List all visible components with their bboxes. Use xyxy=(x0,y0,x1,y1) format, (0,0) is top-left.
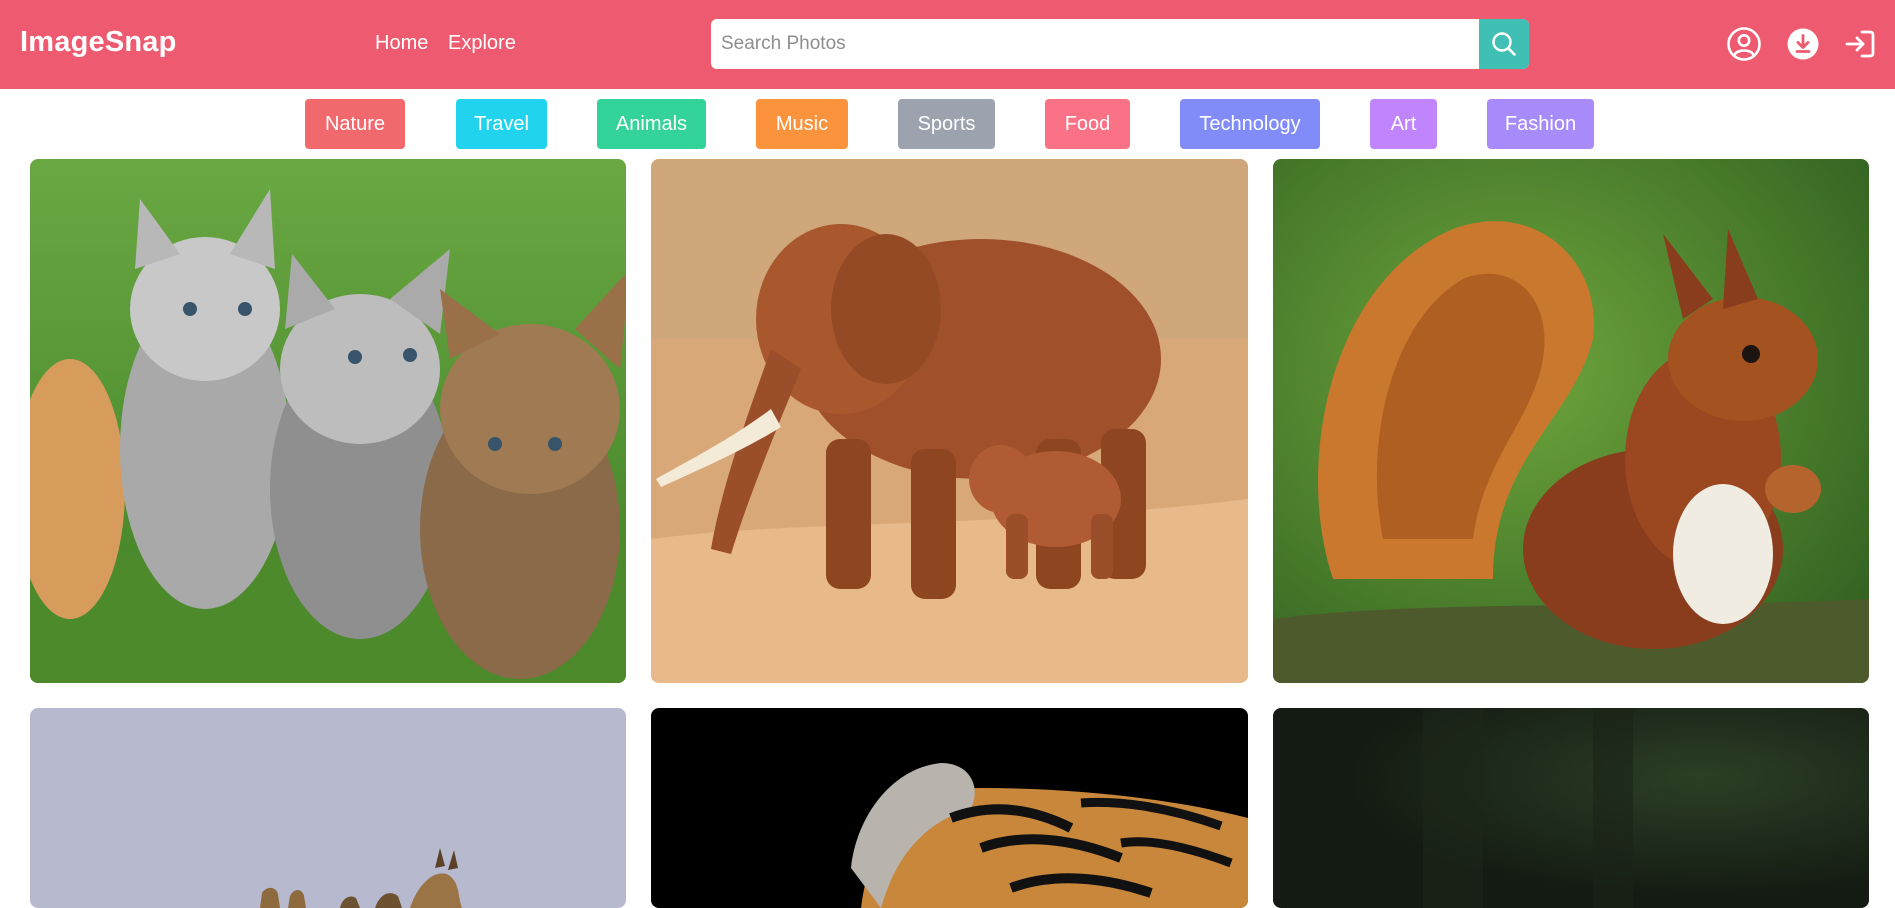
kittens-photo xyxy=(30,159,626,683)
category-sports[interactable]: Sports xyxy=(898,99,995,149)
forest-photo xyxy=(1273,708,1869,908)
category-travel[interactable]: Travel xyxy=(456,99,547,149)
nav-home-link[interactable]: Home xyxy=(375,32,428,55)
gallery-card-tiger[interactable] xyxy=(651,708,1248,908)
category-food[interactable]: Food xyxy=(1045,99,1130,149)
login-button[interactable] xyxy=(1840,24,1880,64)
user-icon xyxy=(1727,27,1761,61)
gallery-card-squirrel[interactable] xyxy=(1273,159,1869,683)
login-icon xyxy=(1845,30,1875,58)
search-input[interactable] xyxy=(711,19,1479,69)
download-icon xyxy=(1787,28,1819,60)
search-bar xyxy=(711,19,1529,69)
user-profile-button[interactable] xyxy=(1724,24,1764,64)
gallery-card-giraffes[interactable] xyxy=(30,708,626,908)
nav-explore-link[interactable]: Explore xyxy=(448,32,516,55)
gallery-card-elephants[interactable] xyxy=(651,159,1248,683)
download-button[interactable] xyxy=(1783,24,1823,64)
category-music[interactable]: Music xyxy=(756,99,848,149)
category-nature[interactable]: Nature xyxy=(305,99,405,149)
search-icon xyxy=(1492,32,1516,56)
squirrel-photo xyxy=(1273,159,1869,683)
category-fashion[interactable]: Fashion xyxy=(1487,99,1594,149)
giraffes-photo xyxy=(30,708,626,908)
category-animals[interactable]: Animals xyxy=(597,99,706,149)
gallery-card-forest[interactable] xyxy=(1273,708,1869,908)
category-art[interactable]: Art xyxy=(1370,99,1437,149)
search-button[interactable] xyxy=(1479,19,1529,69)
tiger-photo xyxy=(651,708,1248,908)
category-technology[interactable]: Technology xyxy=(1180,99,1320,149)
gallery-card-kittens[interactable] xyxy=(30,159,626,683)
elephants-photo xyxy=(651,159,1248,683)
brand-logo[interactable]: ImageSnap xyxy=(20,26,177,59)
category-bar: Nature Travel Animals Music Sports Food … xyxy=(0,99,1895,149)
top-navbar: ImageSnap Home Explore xyxy=(0,0,1895,89)
